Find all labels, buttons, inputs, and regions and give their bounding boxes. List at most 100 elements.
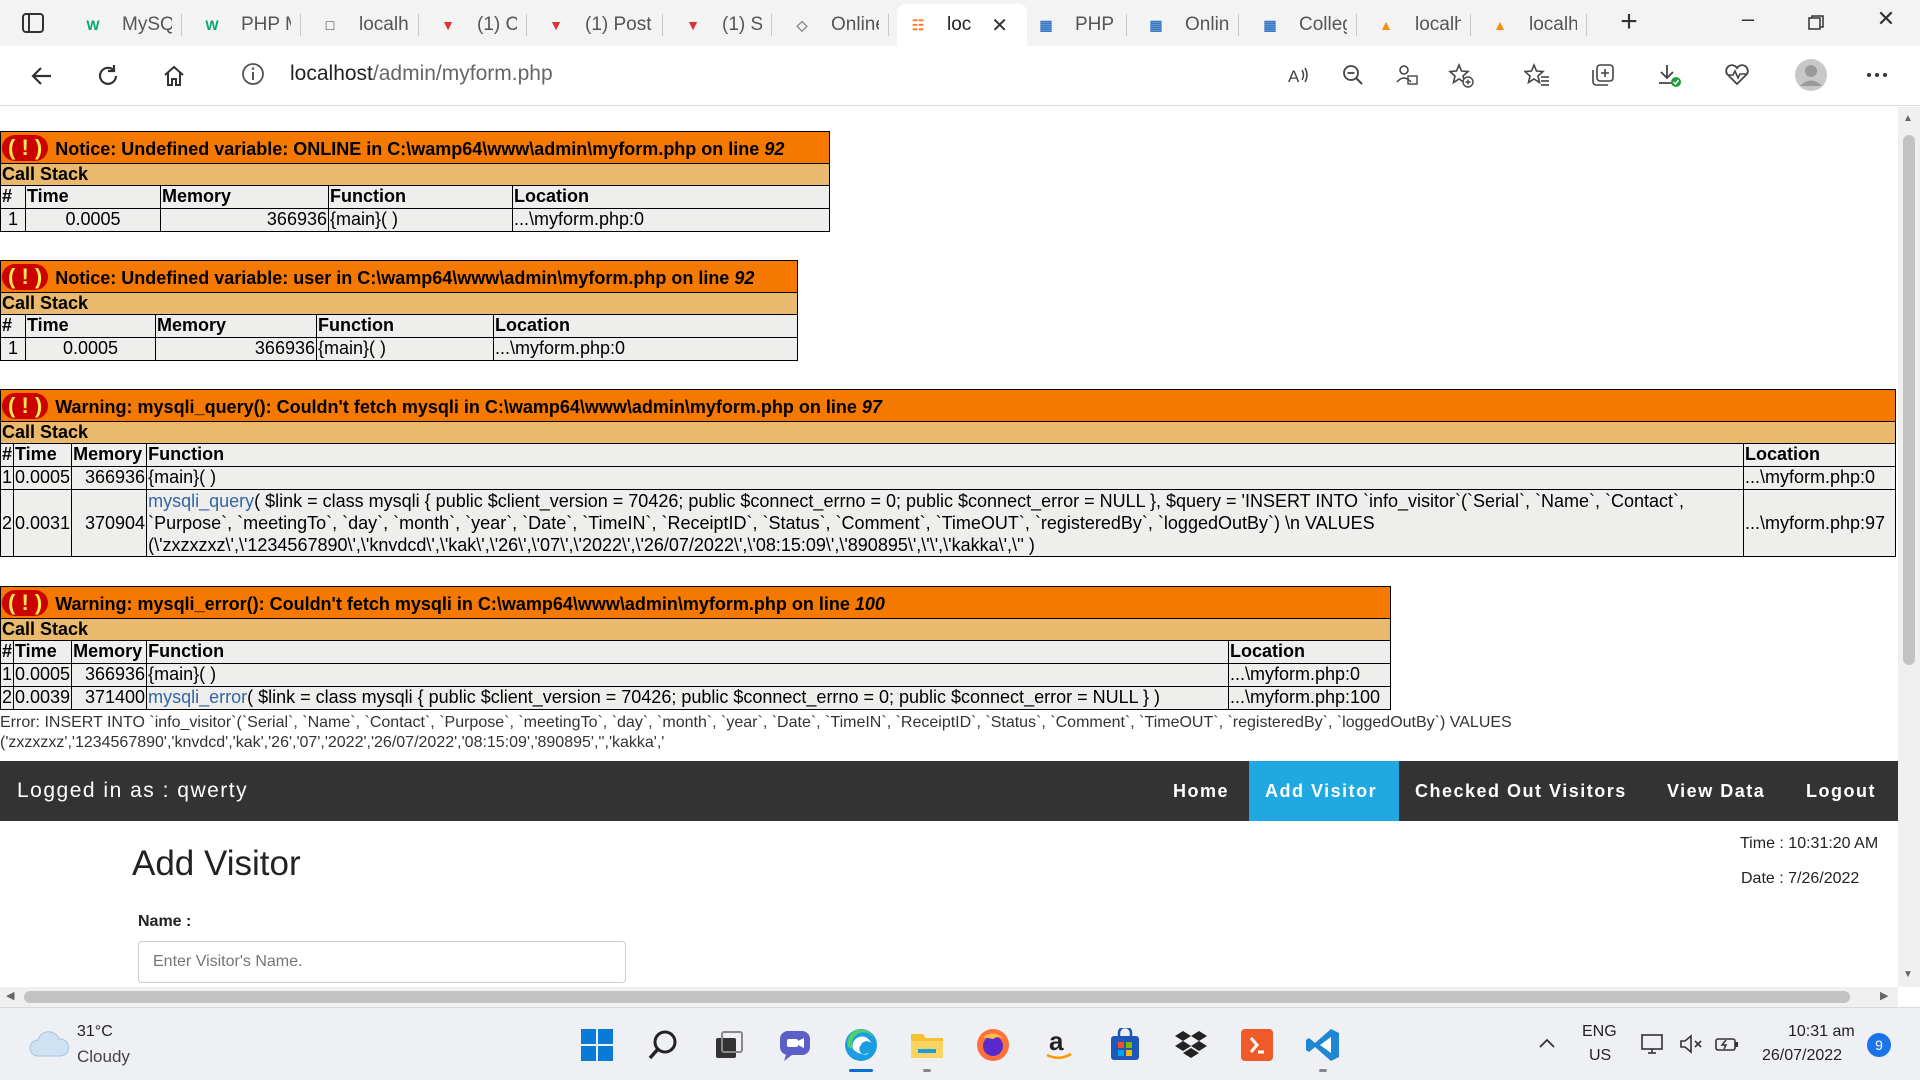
clock-time[interactable]: 10:31 am	[1788, 1023, 1855, 1041]
favorites-icon[interactable]	[1522, 60, 1552, 90]
minimize-button[interactable]: –	[1728, 6, 1768, 40]
browser-tab[interactable]: ▼ (1) Codi	[427, 4, 527, 46]
read-aloud-icon[interactable]: A	[1284, 60, 1314, 90]
volume-muted-icon[interactable]	[1678, 1032, 1704, 1061]
col-header: Time	[25, 185, 161, 209]
function-doc-link[interactable]: mysqli_query	[148, 491, 254, 511]
cell-time: 0.0031	[13, 489, 73, 557]
chat-icon[interactable]	[775, 1025, 815, 1065]
browser-tab[interactable]: ▲ localhos	[1479, 4, 1587, 46]
cloud-icon[interactable]	[28, 1030, 70, 1058]
browser-tab[interactable]: ▼ (1) Post	[535, 4, 663, 46]
xampp-icon: ☷	[911, 16, 925, 33]
dropbox-icon[interactable]	[1171, 1025, 1211, 1065]
scroll-left-icon[interactable]: ◀	[6, 989, 14, 1002]
collections-icon[interactable]	[1588, 60, 1618, 90]
restore-button[interactable]	[1796, 6, 1836, 40]
cell-location: ...\myform.php:97	[1743, 489, 1896, 557]
cell-function: {main}( )	[146, 663, 1229, 687]
scroll-up-icon[interactable]: ▲	[1903, 113, 1913, 124]
error-header: ( ! ) Warning: mysqli_error(): Couldn't …	[0, 586, 1391, 619]
edge-browser-icon[interactable]	[841, 1025, 881, 1065]
tab-strip: W MySQL W PHP My □ localhos ▼ (1) Codi ▼ (1) Post…	[0, 0, 1920, 46]
col-header: Location	[1743, 443, 1896, 467]
store-icon[interactable]	[1105, 1025, 1145, 1065]
cell-num: 2	[0, 489, 15, 557]
browser-tab[interactable]: W PHP My	[191, 4, 301, 46]
vertical-scroll-thumb[interactable]	[1903, 135, 1915, 665]
nav-checked-out-visitors[interactable]: Checked Out Visitors	[1399, 761, 1643, 821]
current-time: Time : 10:31:20 AM	[1740, 835, 1879, 852]
url-path: /admin/myform.php	[372, 62, 553, 85]
tab-title: localhos	[359, 14, 409, 35]
add-favorite-icon[interactable]	[1446, 60, 1476, 90]
browser-tab[interactable]: W MySQL	[72, 4, 182, 46]
function-doc-link[interactable]: mysqli_error	[148, 687, 247, 707]
col-header: Location	[512, 185, 830, 209]
visitor-name-input[interactable]	[138, 941, 626, 983]
new-tab-button[interactable]: +	[1614, 7, 1644, 38]
chevron-up-icon[interactable]	[1536, 1032, 1558, 1059]
horizontal-scrollbar[interactable]: ◀ ▶	[0, 987, 1898, 1007]
tab-title: Online I	[1185, 14, 1229, 35]
tab-separator	[888, 14, 889, 36]
amazon-icon[interactable]: a	[1039, 1025, 1079, 1065]
windows-start-icon[interactable]	[577, 1025, 617, 1065]
error-line-number: 97	[861, 396, 882, 417]
notification-badge[interactable]: 9	[1867, 1033, 1891, 1057]
close-tab-icon[interactable]: ✕	[991, 13, 1008, 38]
vertical-scrollbar[interactable]: ▲ ▼	[1898, 107, 1920, 987]
browser-tab[interactable]: ▦ College	[1249, 4, 1357, 46]
zoom-out-icon[interactable]	[1338, 60, 1368, 90]
tab-title: loc	[947, 14, 972, 35]
nav-add-visitor[interactable]: Add Visitor	[1249, 761, 1399, 821]
downloads-icon[interactable]	[1654, 60, 1684, 90]
horizontal-scroll-thumb[interactable]	[24, 991, 1850, 1003]
sql-error-output: Error: INSERT INTO `info_visitor`(`Seria…	[0, 714, 1512, 751]
nav-logout[interactable]: Logout	[1790, 761, 1892, 821]
browser-tab[interactable]: ☷ loc ✕	[897, 4, 1027, 46]
browser-tab[interactable]: ▼ (1) Start	[672, 4, 772, 46]
browser-tab[interactable]: ▦ Online I	[1135, 4, 1239, 46]
table-row: 1 0.0005 366936 {main}( ) ...\myform.php…	[0, 466, 1896, 490]
weather-condition[interactable]: Cloudy	[77, 1047, 130, 1067]
xampp-icon[interactable]	[1237, 1025, 1277, 1065]
search-icon[interactable]	[643, 1025, 683, 1065]
grid-icon: ▦	[1263, 16, 1277, 33]
tab-actions-icon[interactable]	[20, 10, 46, 36]
refresh-icon[interactable]	[90, 58, 126, 94]
vscode-icon[interactable]	[1303, 1025, 1343, 1065]
browser-toolbar	[0, 46, 1920, 106]
weather-temp[interactable]: 31°C	[77, 1023, 113, 1041]
scroll-down-icon[interactable]: ▼	[1903, 969, 1913, 980]
col-header: Function	[316, 314, 494, 338]
home-icon[interactable]	[156, 58, 192, 94]
browser-tab[interactable]: ◇ Online	[781, 4, 889, 46]
more-menu-icon[interactable]	[1862, 60, 1892, 90]
url-text[interactable]: localhost/admin/myform.php	[290, 62, 553, 86]
browser-tab[interactable]: ▲ localhos	[1365, 4, 1471, 46]
network-icon[interactable]	[1640, 1032, 1666, 1061]
language-region[interactable]: US	[1589, 1047, 1611, 1065]
back-icon[interactable]	[24, 58, 60, 94]
task-view-icon[interactable]	[709, 1025, 749, 1065]
share-profile-icon[interactable]	[1392, 60, 1422, 90]
scroll-right-icon[interactable]: ▶	[1880, 989, 1888, 1002]
nav-home[interactable]: Home	[1157, 761, 1245, 821]
nav-view-data[interactable]: View Data	[1651, 761, 1781, 821]
language-code[interactable]: ENG	[1582, 1023, 1617, 1041]
performance-icon[interactable]	[1722, 60, 1752, 90]
close-window-button[interactable]: ✕	[1866, 6, 1906, 40]
profile-avatar-icon[interactable]	[1793, 57, 1829, 93]
battery-icon[interactable]	[1714, 1032, 1740, 1061]
call-stack-label: Call Stack	[0, 163, 830, 186]
browser-tab[interactable]: ▦ PHP Prc	[1025, 4, 1127, 46]
firefox-icon[interactable]	[973, 1025, 1013, 1065]
file-explorer-icon[interactable]	[907, 1025, 947, 1065]
col-header: Memory	[71, 640, 148, 664]
site-info-icon[interactable]	[240, 61, 266, 92]
clock-date[interactable]: 26/07/2022	[1762, 1047, 1842, 1065]
tab-title: (1) Post	[585, 14, 652, 35]
error-message: Notice: Undefined variable: user in C:\w…	[55, 267, 735, 288]
browser-tab[interactable]: □ localhos	[309, 4, 419, 46]
